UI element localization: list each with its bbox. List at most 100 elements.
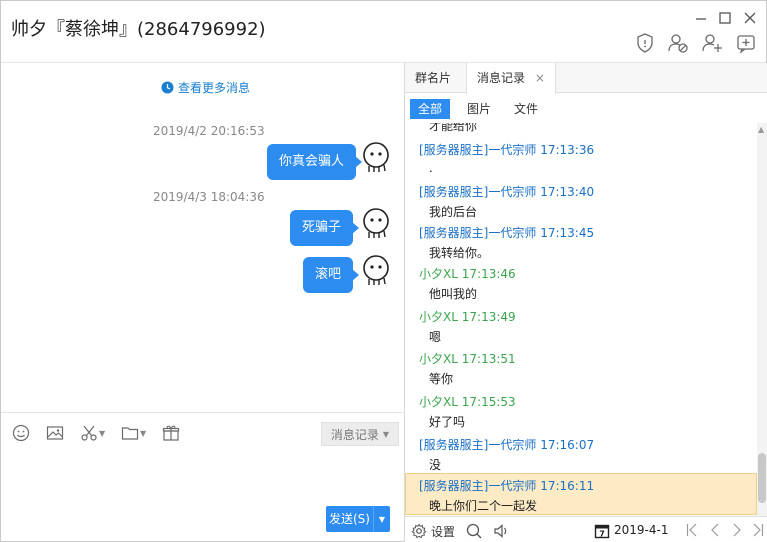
screenshot-button[interactable]: ▼: [80, 423, 105, 443]
block-user-button[interactable]: [666, 31, 690, 55]
history-log[interactable]: 才能给你 [服务器服主]一代宗师 17:13:36 . [服务器服主]一代宗师 …: [405, 123, 757, 516]
more-messages-label: 查看更多消息: [178, 81, 251, 95]
close-button[interactable]: [741, 9, 759, 27]
log-time: 17:16:07: [540, 438, 595, 452]
message-timestamp: 2019/4/3 18:04:36: [153, 190, 265, 204]
chevron-right-icon: [733, 523, 741, 537]
chat-add-icon: [737, 35, 755, 54]
log-entry-header: [服务器服主]一代宗师 17:13:45: [419, 224, 594, 241]
log-entry: 小夕XL 17:13:49 嗯: [405, 304, 757, 346]
tab-group-card[interactable]: 群名片: [405, 63, 461, 93]
log-time: 17:16:11: [540, 479, 595, 493]
message-input[interactable]: 发送(S) ▼: [1, 452, 404, 541]
maximize-button[interactable]: [716, 9, 734, 27]
log-entry: [服务器服主]一代宗师 17:13:45 我转给你。: [405, 220, 757, 262]
side-panel-tabs: 群名片 消息记录 ×: [405, 63, 767, 94]
history-scrollbar[interactable]: ▲: [757, 123, 767, 516]
log-entry-header: [服务器服主]一代宗师 17:16:11: [419, 477, 594, 494]
filter-all[interactable]: 全部: [410, 99, 451, 119]
history-filter-tabs: 全部 图片 文件: [405, 93, 767, 123]
close-tab-icon[interactable]: ×: [535, 71, 545, 85]
voice-button[interactable]: [493, 523, 509, 539]
message-bubble[interactable]: 滚吧: [303, 257, 360, 293]
log-message-text: 等你: [429, 372, 454, 386]
log-entry-header: [服务器服主]一代宗师 17:16:07: [419, 436, 594, 453]
send-label: 发送(S): [326, 506, 374, 532]
log-sender: [服务器服主]一代宗师: [419, 143, 537, 157]
avatar[interactable]: [361, 207, 391, 239]
title-bar: 帅夕『蔡徐坤』(2864796992): [1, 1, 766, 63]
speaker-icon: [494, 524, 507, 538]
image-button[interactable]: [46, 423, 64, 443]
log-time: 17:13:40: [540, 185, 595, 199]
prev-page-button[interactable]: [708, 522, 722, 538]
log-message-text: 才能给你: [429, 123, 478, 133]
message-bubble[interactable]: 死骗子: [290, 210, 360, 246]
log-sender: 小夕XL: [419, 310, 458, 324]
message-bubble[interactable]: 你真会骗人: [267, 144, 363, 180]
user-add-icon: [702, 34, 722, 52]
calendar-icon: 7: [594, 524, 610, 538]
log-time: 17:13:46: [461, 267, 516, 281]
settings-button[interactable]: 设置: [411, 523, 455, 539]
shield-button[interactable]: [633, 31, 657, 55]
log-entry: 小夕XL 17:13:46 他叫我的: [405, 261, 757, 303]
log-entry-header: [服务器服主]一代宗师 17:13:36: [419, 141, 594, 158]
emoji-button[interactable]: [12, 423, 30, 443]
scroll-up-icon[interactable]: ▲: [758, 125, 764, 134]
minimize-icon: [696, 18, 706, 20]
tab-message-history[interactable]: 消息记录 ×: [466, 63, 556, 94]
add-friend-button[interactable]: [700, 31, 724, 55]
log-time: 17:13:49: [461, 310, 516, 324]
avatar[interactable]: [361, 141, 391, 173]
log-entry: [服务器服主]一代宗师 17:16:07 没: [405, 432, 757, 474]
chevron-down-icon[interactable]: ▼: [374, 515, 390, 524]
log-entry: 小夕XL 17:15:53 好了吗: [405, 389, 757, 431]
chat-messages-area[interactable]: 查看更多消息 2019/4/2 20:16:53 你真会骗人 2019/4/3 …: [1, 63, 404, 412]
log-message-text: .: [429, 161, 433, 175]
chevron-down-icon: ▼: [382, 429, 390, 439]
log-entry-header: 小夕XL 17:13:51: [419, 350, 516, 367]
settings-label: 设置: [431, 524, 456, 539]
more-messages-link[interactable]: 查看更多消息: [161, 79, 250, 96]
log-entry-header: 小夕XL 17:13:49: [419, 308, 516, 325]
history-footer: 设置 7 2019-4-1: [405, 516, 767, 542]
log-entry: [服务器服主]一代宗师 17:13:36 .: [405, 137, 757, 179]
log-entry-highlighted: [服务器服主]一代宗师 17:16:11 晚上你们二个一起发: [405, 473, 757, 515]
history-date: 2019-4-1: [614, 523, 669, 537]
window-title: 帅夕『蔡徐坤』(2864796992): [11, 19, 266, 40]
last-page-button[interactable]: [751, 522, 765, 538]
first-page-button[interactable]: [685, 522, 699, 538]
close-icon: [744, 12, 756, 24]
log-entry-header: [服务器服主]一代宗师 17:13:40: [419, 183, 594, 200]
smiley-icon: [12, 424, 30, 442]
avatar[interactable]: [361, 254, 391, 286]
clock-icon: [161, 81, 174, 94]
user-block-icon: [668, 34, 688, 53]
shield-icon: [637, 33, 653, 53]
file-button[interactable]: ▼: [121, 423, 146, 443]
gift-button[interactable]: [162, 423, 180, 443]
new-chat-button[interactable]: [734, 31, 758, 55]
scroll-thumb[interactable]: [758, 453, 766, 503]
log-sender: [服务器服主]一代宗师: [419, 479, 537, 493]
log-message-text: 晚上你们二个一起发: [429, 499, 538, 513]
search-button[interactable]: [466, 523, 482, 539]
log-message-text: 嗯: [429, 330, 442, 344]
log-message-text: 没: [429, 458, 442, 472]
message-history-button[interactable]: 消息记录 ▼: [321, 422, 399, 446]
maximize-icon: [719, 12, 731, 24]
log-sender: [服务器服主]一代宗师: [419, 185, 537, 199]
minimize-button[interactable]: [692, 9, 710, 27]
next-page-button[interactable]: [730, 522, 744, 538]
calendar-button[interactable]: 7: [594, 523, 610, 539]
search-icon: [466, 523, 482, 539]
filter-images[interactable]: 图片: [459, 99, 499, 119]
calendar-day: 7: [599, 529, 605, 538]
filter-files[interactable]: 文件: [506, 99, 546, 119]
side-panel: 群名片 消息记录 × 全部 图片 文件 才能给你 [服务器服主]一代宗师 17:…: [405, 63, 767, 542]
tab-label: 群名片: [415, 71, 452, 85]
log-time: 17:13:45: [540, 226, 595, 240]
log-entry-header: 小夕XL 17:15:53: [419, 393, 516, 410]
send-button[interactable]: 发送(S) ▼: [326, 506, 390, 532]
